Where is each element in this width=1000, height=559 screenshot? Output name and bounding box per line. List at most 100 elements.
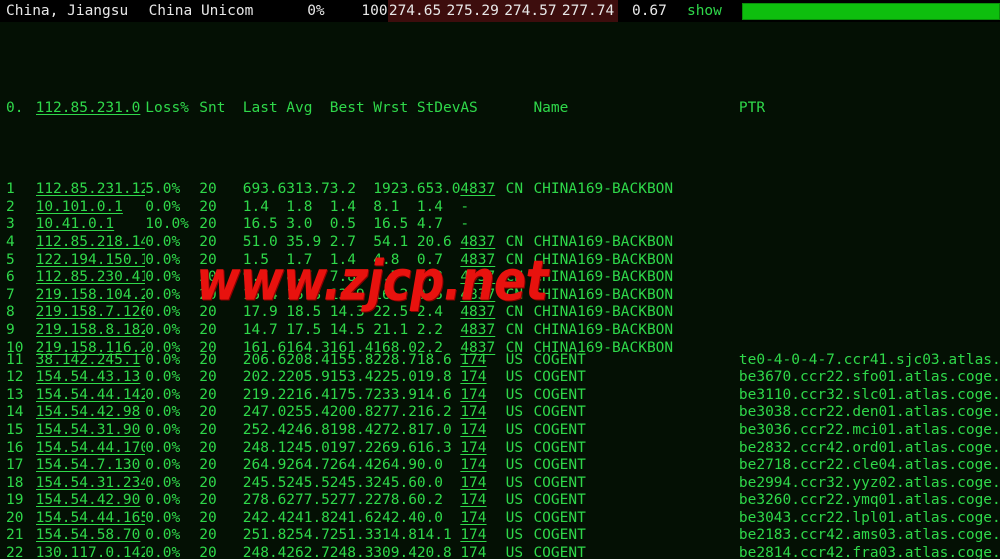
row-loss: 0.0% — [145, 545, 181, 559]
row-host[interactable]: 154.54.7.130 — [36, 457, 146, 475]
row-ptr — [739, 264, 1000, 282]
row-loss: 0.0% — [145, 474, 181, 491]
status-progress-bar — [741, 2, 1000, 20]
row-avg: 241.8 — [286, 509, 330, 526]
row-loss: 0.0% — [145, 404, 181, 421]
row-as[interactable]: 174 — [460, 510, 505, 528]
row-host[interactable]: 38.142.245.1 — [36, 352, 146, 370]
row-snt: 20 — [199, 545, 217, 559]
row-best: 277.2 — [329, 492, 374, 509]
table-row: 18 154.54.31.234 0.0% 20 245.5 245.5 245.3 245.… — [0, 475, 1000, 493]
row-as[interactable]: 174 — [460, 440, 505, 458]
row-wrst: 272.8 — [373, 421, 417, 438]
row-wrst: 242.4 — [373, 509, 417, 526]
row-as[interactable]: 174 — [460, 475, 505, 493]
row-avg: 245.5 — [286, 474, 330, 491]
status-show-link[interactable]: show — [671, 0, 738, 22]
row-host[interactable]: 154.54.58.70 — [36, 527, 146, 545]
row-snt: 20 — [199, 351, 217, 368]
row-as[interactable]: 174 — [460, 387, 505, 405]
header-target-host[interactable]: 112.85.231.0 — [36, 100, 146, 118]
status-stdev: 0.67 — [631, 3, 667, 19]
row-host[interactable]: 154.54.31.234 — [36, 475, 146, 493]
row-loss: 0.0% — [145, 386, 181, 403]
row-avg: 255.4 — [286, 404, 330, 421]
row-loss: 0.0% — [145, 351, 181, 368]
row-avg: 277.5 — [286, 492, 330, 509]
row-host[interactable]: 154.54.42.90 — [36, 492, 146, 510]
table-row: 1112.85.231.1295.0%20693.6313.73.21923.6… — [0, 176, 1000, 197]
row-best: 200.8 — [329, 404, 374, 421]
row-ptr — [739, 299, 1000, 317]
table-row: 9 219.158.8.182 0.0% 20 14.7 17.5 14.5 21.1 2.2 4… — [0, 316, 1000, 338]
row-snt: 20 — [199, 404, 217, 421]
row-ptr: be2832.ccr42.ord01.atlas.coge... — [738, 439, 1000, 456]
row-as[interactable]: 174 — [460, 404, 505, 422]
row-as[interactable]: 174 — [460, 492, 505, 510]
table-row: 13 154.54.44.142 0.0% 20 219.2 216.4 175.7 233.… — [0, 387, 1000, 405]
row-avg: 216.4 — [286, 386, 330, 403]
row-stdev: 16.2 — [416, 404, 452, 421]
row-avg: 264.7 — [286, 457, 330, 474]
row-ptr — [739, 228, 1000, 246]
row-snt: 20 — [199, 421, 217, 438]
row-country: US — [505, 439, 524, 456]
row-best: 241.6 — [329, 509, 374, 526]
header-stdev: StDev — [416, 99, 461, 116]
row-host[interactable]: 154.54.44.142 — [36, 387, 146, 405]
status-bar-separator — [0, 22, 1000, 30]
row-stdev: 17.0 — [416, 421, 452, 438]
header-name: Name — [533, 99, 569, 116]
row-as[interactable]: 174 — [460, 369, 505, 387]
row-avg: 208.4 — [286, 351, 330, 368]
row-index: 17 — [6, 457, 24, 474]
table-body: 1112.85.231.1295.0%20693.6313.73.21923.6… — [0, 176, 1000, 559]
table-row: 12 154.54.43.13 0.0% 20 202.2 205.9 153.4 225.0… — [0, 369, 1000, 387]
row-stdev: 18.6 — [416, 351, 452, 368]
row-asname — [533, 211, 738, 229]
row-ptr — [739, 211, 1000, 229]
row-last: 206.6 — [242, 351, 287, 368]
row-host[interactable]: 154.54.44.165 — [36, 510, 146, 528]
row-wrst: 233.9 — [373, 386, 417, 403]
row-snt: 20 — [199, 369, 217, 386]
row-asname: COGENT — [533, 457, 586, 474]
row-best: 198.4 — [329, 421, 374, 438]
row-as[interactable]: 174 — [460, 422, 505, 440]
header-last: Last — [242, 99, 278, 116]
header-loss: Loss% — [145, 99, 189, 116]
row-host[interactable]: 130.117.0.142 — [36, 545, 146, 559]
row-host[interactable]: 154.54.31.90 — [36, 422, 146, 440]
row-loss: 0.0% — [145, 421, 181, 438]
table-row: 6 112.85.230.41 0.0% 20 9.7 8.7 7.8 9.7 0.2 4837 C… — [0, 264, 1000, 285]
row-asname: COGENT — [533, 386, 586, 403]
row-country: US — [505, 474, 524, 491]
row-asname: COGENT — [533, 369, 586, 386]
row-country: US — [505, 386, 524, 403]
row-asname: COGENT — [533, 545, 586, 559]
row-last: 248.4 — [242, 545, 287, 559]
row-last: 219.2 — [242, 386, 287, 403]
table-row: 17 154.54.7.130 0.0% 20 264.9 264.7 264.4 264.9… — [0, 457, 1000, 475]
row-as[interactable]: 174 — [460, 545, 505, 559]
status-last: 274.65 — [387, 0, 446, 22]
row-host[interactable]: 154.54.42.98 — [36, 404, 146, 422]
row-best: 264.4 — [329, 457, 374, 474]
row-stdev: 16.3 — [416, 439, 452, 456]
mtr-terminal-window: China, Jiangsu China Unicom 0% 100 274.6… — [0, 0, 1000, 559]
row-stdev: 0.2 — [416, 492, 444, 509]
row-wrst: 277.2 — [373, 404, 417, 421]
row-snt: 20 — [199, 386, 217, 403]
row-asname: COGENT — [533, 492, 586, 509]
row-asname: COGENT — [533, 439, 586, 456]
row-avg: 262.7 — [286, 545, 330, 559]
row-as[interactable]: 174 — [460, 527, 505, 545]
row-last: 242.4 — [242, 509, 287, 526]
row-best: 175.7 — [329, 386, 374, 403]
table-header-row: 0. 112.85.231.0 Loss% Snt Last Avg Best … — [0, 94, 1000, 116]
row-as[interactable]: 174 — [460, 457, 505, 475]
row-host[interactable]: 154.54.44.170 — [36, 440, 146, 458]
row-host[interactable]: 154.54.43.13 — [36, 369, 146, 387]
row-asname: COGENT — [533, 474, 586, 491]
row-as[interactable]: 174 — [460, 352, 505, 370]
